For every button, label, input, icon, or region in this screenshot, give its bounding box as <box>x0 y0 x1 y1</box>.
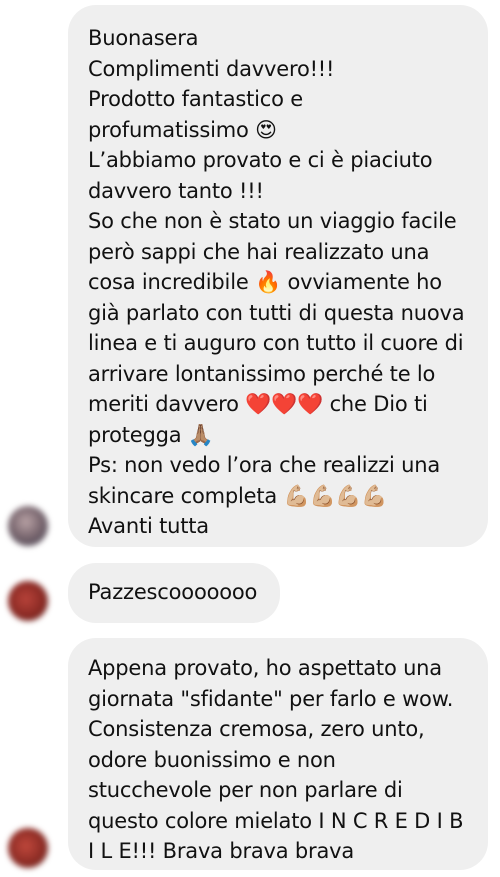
message-text-line: davvero tanto !!! <box>88 178 264 203</box>
message-text-line: questo colore mielato I N C R E D I B <box>88 808 464 833</box>
message-text-line: meriti davvero ❤️❤️❤️ che Dio ti <box>88 392 428 416</box>
message-text-line: Complimenti davvero!!! <box>88 56 335 81</box>
message-text-line: arrivare lontanissimo perché te lo <box>88 361 436 386</box>
message-text-line: Pazzescooooooo <box>88 580 258 604</box>
message-text-line: stucchevole per non parlare di <box>88 778 403 802</box>
avatar[interactable] <box>8 506 48 546</box>
avatar[interactable] <box>8 581 48 621</box>
message-text-line: profumatissimo 😍 <box>88 117 277 142</box>
message-bubble[interactable]: Appena provato, ho aspettato una giornat… <box>68 638 488 870</box>
message-text-line: linea e ti auguro con tutto il cuore di <box>88 331 464 355</box>
message-text-line: odore buonissimo e non <box>88 747 336 772</box>
message-text-line: già parlato con tutti di questa nuova <box>88 300 465 325</box>
message-text-line: So che non è stato un viaggio facile <box>88 209 457 233</box>
avatar[interactable] <box>8 828 48 868</box>
message-text-line: giornata "sfidante" per farlo e wow. <box>88 686 454 711</box>
message-bubble[interactable]: Pazzescooooooo <box>68 563 280 623</box>
message-text-line: Ps: non vedo l’ora che realizzi una <box>88 453 440 477</box>
message-text-line: Buonasera <box>88 26 199 50</box>
message-text-line: cosa incredibile 🔥 ovviamente ho <box>88 270 442 294</box>
message-text-line: Avanti tutta <box>88 514 209 538</box>
message-thread: Buonasera Complimenti davvero!!! Prodott… <box>0 0 500 877</box>
message-text-line: Appena provato, ho aspettato una <box>88 656 442 680</box>
message-text-line: L’abbiamo provato e ci è piaciuto <box>88 148 433 172</box>
message-bubble[interactable]: Buonasera Complimenti davvero!!! Prodott… <box>68 5 488 547</box>
message-text-line: Consistenza cremosa, zero unto, <box>88 717 425 741</box>
message-text-line: I L E!!! Brava brava brava <box>88 839 355 863</box>
message-text-line: però sappi che hai realizzato una <box>88 239 430 264</box>
message-text-line: protegga 🙏🏽 <box>88 422 214 447</box>
message-text-line: Prodotto fantastico e <box>88 87 303 111</box>
message-text-line: skincare completa 💪🏼💪🏼💪🏼💪🏼 <box>88 483 388 508</box>
